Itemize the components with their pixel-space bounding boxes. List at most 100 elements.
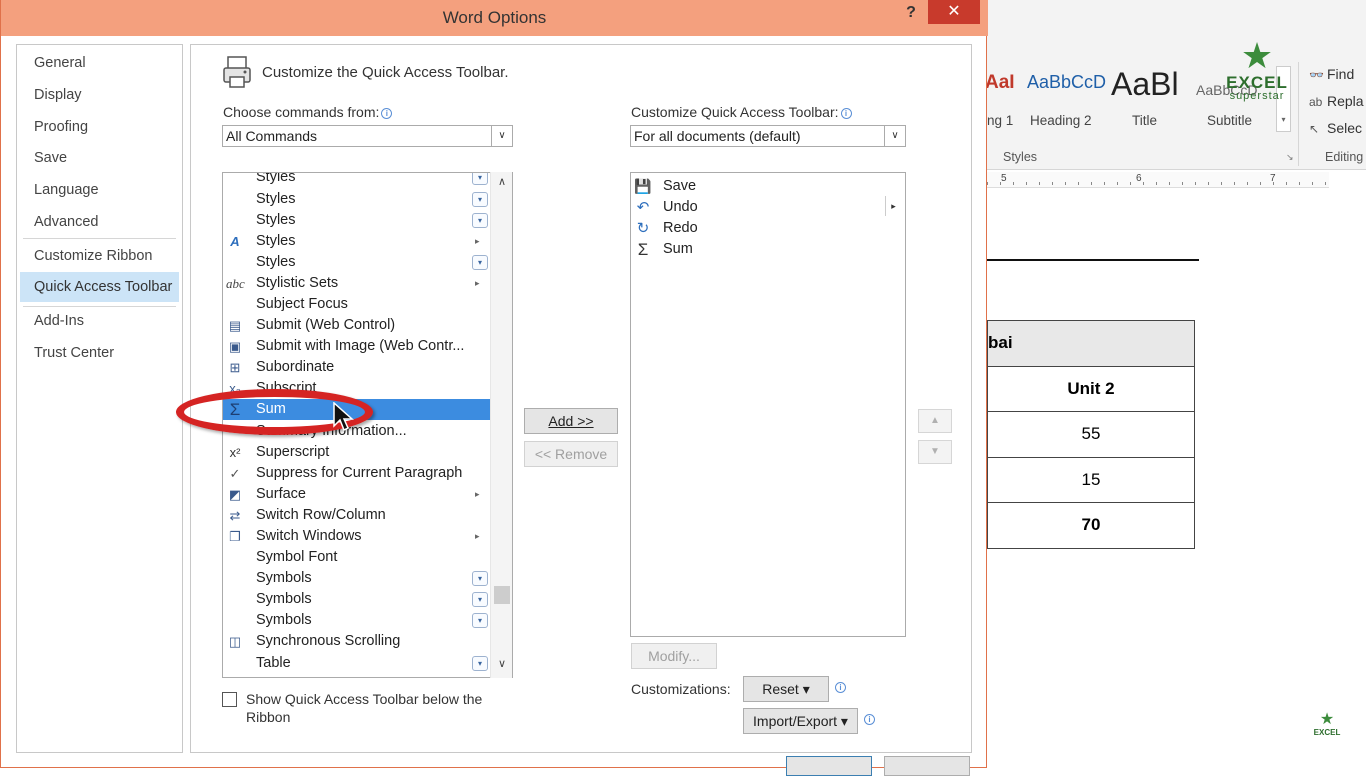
reset-button[interactable]: Reset ▾ (743, 676, 829, 702)
dropdown-arrow-icon: ▾ (472, 571, 488, 586)
list-item[interactable]: Symbols ▾ (223, 610, 491, 631)
customizations-label: Customizations: (631, 681, 731, 697)
options-sidebar: General Display Proofing Save Language A… (16, 44, 183, 753)
replace-button[interactable]: ab Repla (1309, 93, 1364, 109)
style-subtitle-name: Subtitle (1207, 113, 1253, 128)
table-cell[interactable]: 15 (987, 456, 1195, 503)
org-chart-icon: ⊞ (229, 360, 241, 375)
dropdown-arrow-icon: ▾ (472, 592, 488, 607)
web-control-icon: ▤ (228, 318, 242, 333)
list-item[interactable]: Symbol Font (223, 547, 491, 568)
ok-button[interactable] (786, 756, 872, 776)
heading-underline (987, 259, 1199, 261)
cancel-button[interactable] (884, 756, 970, 776)
title-bar[interactable]: Word Options ? ✕ (1, 0, 988, 36)
table-cell-total[interactable]: 70 (987, 502, 1195, 549)
list-item[interactable]: ⇄ Switch Row/Column (223, 505, 491, 526)
excel-superstar-watermark: ★ EXCEL (1313, 711, 1341, 738)
list-item[interactable]: Styles ▾ (223, 189, 491, 210)
dialog-title: Word Options (442, 8, 547, 27)
list-item[interactable]: Symbols ▾ (223, 568, 491, 589)
help-button[interactable]: ? (901, 4, 921, 24)
list-item[interactable]: ◫ Synchronous Scrolling (223, 631, 491, 652)
submenu-arrow-icon[interactable]: ▸ (885, 196, 901, 216)
sidebar-item-trust-center[interactable]: Trust Center (20, 338, 179, 368)
table-column-header[interactable]: Unit 2 (987, 365, 1195, 412)
table-header-cell[interactable]: bai (987, 320, 1195, 367)
style-title-name: Title (1132, 113, 1158, 128)
sidebar-item-save[interactable]: Save (20, 143, 179, 173)
sidebar-item-customize-ribbon[interactable]: Customize Ribbon (20, 241, 179, 271)
style-title-sample[interactable]: AaBl (1111, 66, 1179, 103)
import-export-button[interactable]: Import/Export ▾ (743, 708, 858, 734)
commands-scrollbar[interactable]: ∧ ∨ (490, 172, 512, 678)
editing-group-label: Editing (1325, 150, 1364, 164)
customize-qat-dropdown[interactable]: For all documents (default) ∨ (630, 125, 906, 147)
list-item[interactable]: ⊞ Subordinate (223, 357, 491, 378)
horizontal-ruler: 5 6 7 (987, 172, 1329, 188)
save-icon: 💾 (634, 178, 652, 194)
submenu-arrow-icon: ▸ (475, 531, 480, 541)
show-qat-below-checkbox[interactable] (222, 692, 237, 707)
remove-button[interactable]: << Remove (524, 441, 618, 467)
info-icon[interactable]: i (864, 714, 875, 725)
sidebar-item-add-ins[interactable]: Add-Ins (20, 306, 179, 336)
sidebar-item-general[interactable]: General (20, 48, 179, 78)
choose-commands-dropdown[interactable]: All Commands ∨ (222, 125, 513, 147)
list-item[interactable]: ▤ Submit (Web Control) (223, 315, 491, 336)
list-item[interactable]: Styles ▾ (223, 173, 491, 188)
sidebar-item-advanced[interactable]: Advanced (20, 207, 179, 237)
list-item[interactable]: ▣ Submit with Image (Web Contr... (223, 336, 491, 357)
move-up-button[interactable]: ▲ (918, 409, 952, 433)
sidebar-item-language[interactable]: Language (20, 175, 179, 205)
info-icon[interactable]: i (835, 682, 846, 693)
list-item[interactable]: Table ▾ (223, 653, 491, 674)
close-button[interactable]: ✕ (928, 0, 980, 24)
word-document-window: AaI AaBbCcD AaBl AaBbCcD ng 1 Heading 2 … (985, 0, 1366, 768)
find-button[interactable]: 👓 Find (1309, 66, 1354, 82)
info-icon[interactable]: i (381, 108, 393, 119)
word-ribbon: AaI AaBbCcD AaBl AaBbCcD ng 1 Heading 2 … (985, 0, 1366, 170)
move-down-button[interactable]: ▼ (918, 440, 952, 464)
table-cell[interactable]: 55 (987, 411, 1195, 458)
list-item[interactable]: ◩ Surface ▸ (223, 484, 491, 505)
list-item[interactable]: abc Stylistic Sets ▸ (223, 273, 491, 294)
style-heading1-sample[interactable]: AaI (985, 72, 1015, 94)
mouse-pointer-icon (333, 402, 354, 432)
modify-button[interactable]: Modify... (631, 643, 717, 669)
list-item[interactable]: Σ Sum (631, 239, 891, 260)
info-icon[interactable]: i (840, 108, 852, 119)
list-item[interactable]: ↻ Redo (631, 218, 891, 239)
qat-items-list[interactable]: 💾 Save ↶ Undo ↻ Redo Σ Sum (630, 172, 906, 637)
list-item[interactable]: Symbols ▾ (223, 589, 491, 610)
select-button[interactable]: ↖ Selec (1309, 120, 1362, 136)
replace-icon: ab (1309, 95, 1323, 109)
dropdown-arrow-icon: ▾ (472, 173, 488, 185)
list-item[interactable]: ✓ Suppress for Current Paragraph (223, 463, 491, 484)
list-item[interactable]: Styles ▾ (223, 210, 491, 231)
style-heading2-sample[interactable]: AaBbCcD (1027, 72, 1106, 93)
customize-qat-label: Customize Quick Access Toolbar: i (631, 104, 852, 120)
scrollbar-thumb[interactable] (494, 586, 510, 604)
list-item[interactable]: Subject Focus (223, 294, 491, 315)
list-item[interactable]: ↶ Undo (631, 197, 891, 218)
add-button[interactable]: Add >> (524, 408, 618, 434)
check-icon: ✓ (229, 466, 241, 481)
list-item[interactable]: A Styles ▸ (223, 231, 491, 252)
sidebar-item-proofing[interactable]: Proofing (20, 112, 179, 142)
qat-customize-icon (223, 56, 251, 88)
dialog-launcher-icon[interactable]: ↘ (1286, 152, 1294, 163)
list-item[interactable]: x² Superscript (223, 442, 491, 463)
chevron-up-icon[interactable]: ∧ (491, 175, 513, 188)
superscript-icon: x² (229, 445, 241, 460)
list-item[interactable]: ❐ Switch Windows ▸ (223, 526, 491, 547)
sidebar-item-display[interactable]: Display (20, 80, 179, 110)
dropdown-arrow-icon: ▾ (472, 255, 488, 270)
document-table[interactable]: bai Unit 2 55 15 70 (987, 320, 1195, 549)
list-item[interactable]: 💾 Save (631, 176, 891, 197)
chevron-down-icon[interactable]: ∨ (491, 657, 513, 670)
sidebar-item-quick-access-toolbar[interactable]: Quick Access Toolbar (20, 272, 179, 302)
show-qat-below-label[interactable]: Show Quick Access Toolbar below the Ribb… (246, 690, 496, 726)
list-item[interactable]: Styles ▾ (223, 252, 491, 273)
switch-windows-icon: ❐ (229, 529, 241, 544)
